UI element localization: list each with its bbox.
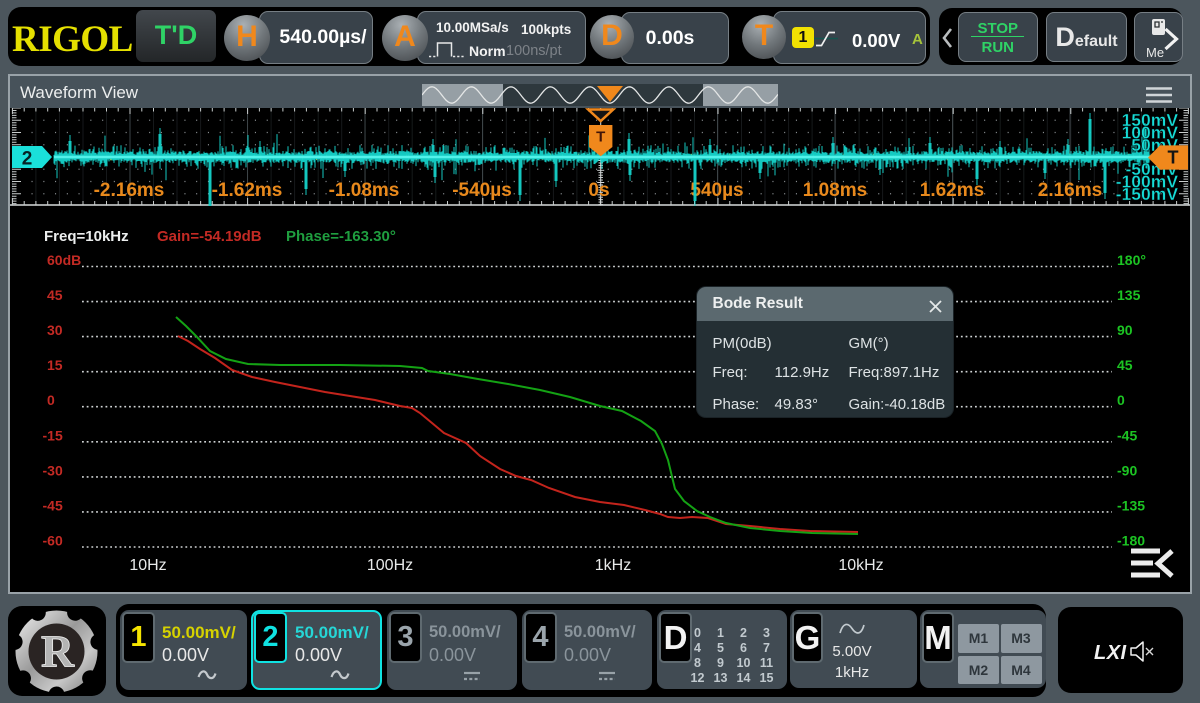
svg-text:0: 0 xyxy=(47,392,55,408)
svg-text:1.62ms: 1.62ms xyxy=(920,180,984,201)
svg-text:2: 2 xyxy=(22,149,33,170)
svg-text:-90: -90 xyxy=(1117,462,1137,478)
svg-text:2.16ms: 2.16ms xyxy=(1038,180,1102,201)
svg-text:-540µs: -540µs xyxy=(452,180,512,201)
svg-text:10Hz: 10Hz xyxy=(129,557,166,574)
svg-text:30: 30 xyxy=(47,322,63,338)
svg-text:Phase=-163.30°: Phase=-163.30° xyxy=(286,228,396,245)
svg-text:60dB: 60dB xyxy=(47,252,81,268)
svg-text:-60: -60 xyxy=(43,533,63,549)
svg-text:45: 45 xyxy=(1117,357,1133,373)
svg-text:0: 0 xyxy=(1117,392,1125,408)
svg-text:T: T xyxy=(596,129,605,146)
svg-text:10kHz: 10kHz xyxy=(838,557,883,574)
svg-text:R: R xyxy=(41,626,75,677)
svg-text:T: T xyxy=(1168,148,1179,168)
svg-text:Gain=-54.19dB: Gain=-54.19dB xyxy=(157,228,262,245)
svg-text:-30: -30 xyxy=(43,462,63,478)
svg-text:1kHz: 1kHz xyxy=(595,557,631,574)
svg-text:-135: -135 xyxy=(1117,497,1145,513)
svg-text:180°: 180° xyxy=(1117,252,1146,268)
svg-text:-2.16ms: -2.16ms xyxy=(94,180,165,201)
svg-text:15: 15 xyxy=(47,357,63,373)
svg-text:-150mV: -150mV xyxy=(1116,184,1179,204)
svg-text:540µs: 540µs xyxy=(690,180,743,201)
svg-text:100Hz: 100Hz xyxy=(367,557,413,574)
svg-text:-1.08ms: -1.08ms xyxy=(329,180,400,201)
svg-text:45: 45 xyxy=(47,287,63,303)
svg-text:-45: -45 xyxy=(43,497,63,513)
svg-text:-180: -180 xyxy=(1117,533,1145,549)
svg-text:135: 135 xyxy=(1117,287,1141,303)
svg-text:90: 90 xyxy=(1117,322,1133,338)
svg-text:Freq=10kHz: Freq=10kHz xyxy=(44,228,129,245)
svg-text:-45: -45 xyxy=(1117,427,1137,443)
svg-text:1.08ms: 1.08ms xyxy=(803,180,867,201)
svg-text:0s: 0s xyxy=(588,180,609,201)
svg-text:-15: -15 xyxy=(43,427,63,443)
svg-text:-1.62ms: -1.62ms xyxy=(212,180,283,201)
